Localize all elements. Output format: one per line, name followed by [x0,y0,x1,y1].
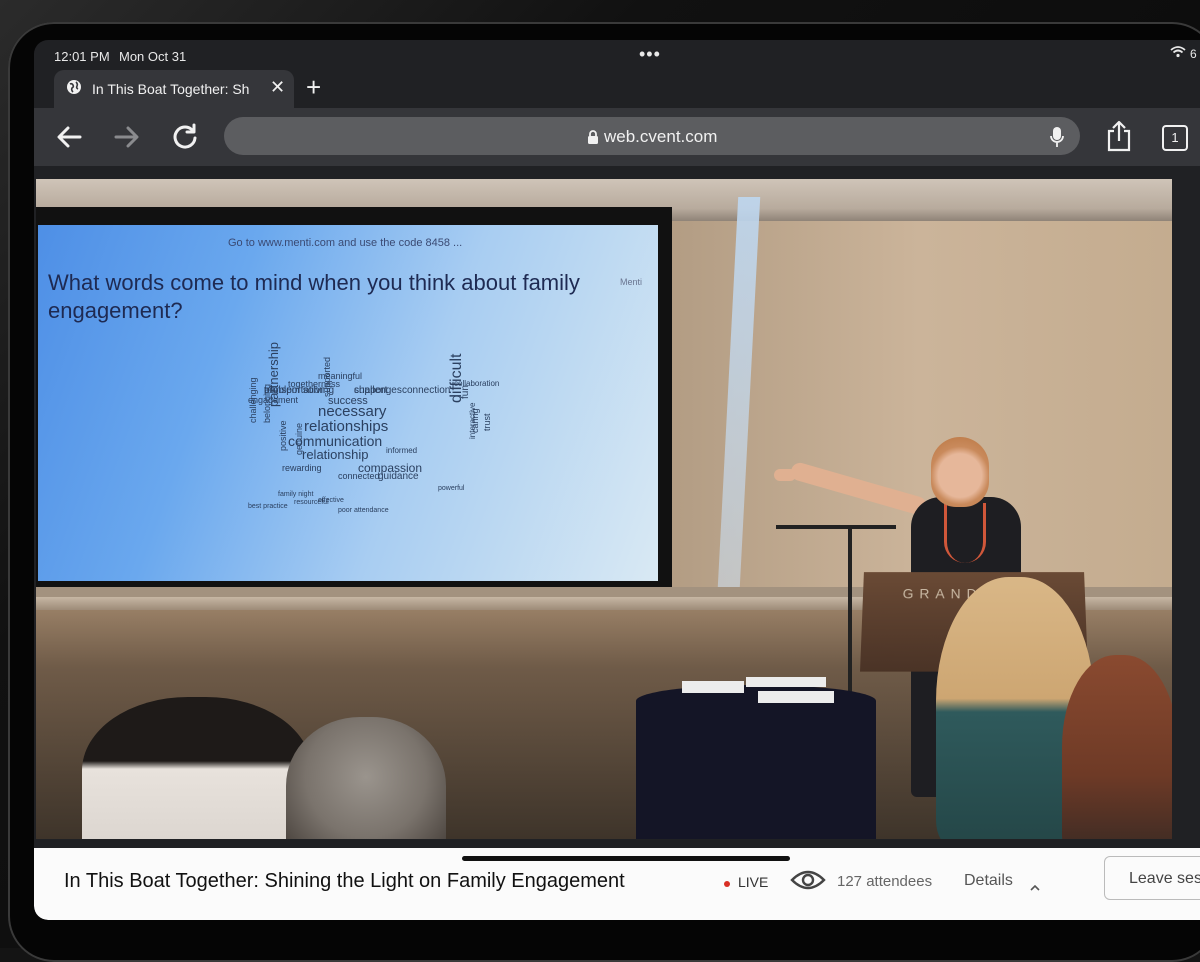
forward-arrow-icon[interactable] [112,122,142,152]
back-arrow-icon[interactable] [54,122,84,152]
wifi-icon [1170,45,1186,62]
live-indicator-dot [724,881,730,887]
status-date: Mon Oct 31 [119,49,187,64]
tab-switcher-button[interactable]: 1 [1162,125,1188,151]
tablet-screen: 12:01 PM Mon Oct 31 ••• 6 In This Boat T… [34,40,1200,920]
word-cloud-word: engagement [248,395,299,405]
audience-member [1062,655,1172,839]
status-time: 12:01 PM [54,49,110,64]
battery-percentage: 6 [1190,47,1197,61]
lock-icon [587,129,599,144]
browser-toolbar: web.cvent.com 1 [34,108,1200,166]
presenter-lanyard [944,503,986,563]
word-cloud-word: interactive [468,402,477,439]
word-cloud-word: rewarding [282,463,322,473]
word-cloud-word: connection [402,385,451,396]
word-cloud-word: resourceful [294,499,329,506]
paper-sheet [758,691,834,703]
attendee-count: 127 attendees [837,873,933,890]
details-button[interactable]: Details [964,872,1013,890]
word-cloud-word: informed [386,446,418,455]
menti-logo: Menti [620,277,643,287]
live-label: LIVE [738,874,769,890]
presentation-slide: Go to www.menti.com and use the code 845… [38,225,658,581]
word-cloud-word: guidance [378,471,419,482]
word-cloud: transportation support connection collabora… [208,342,528,533]
paper-sheet [682,681,744,693]
tablet-device: 12:01 PM Mon Oct 31 ••• 6 In This Boat T… [0,0,1200,962]
browser-tab[interactable]: In This Boat Together: Sh ✕ [54,70,294,108]
share-icon[interactable] [1106,120,1132,152]
word-cloud-word: connected [338,471,380,481]
word-cloud-word: family night [278,491,314,498]
address-bar[interactable]: web.cvent.com [224,117,1080,155]
status-bar: 12:01 PM Mon Oct 31 ••• 6 [34,40,1200,72]
word-cloud-word: powerful [438,485,465,492]
paper-sheet [746,677,826,687]
presenter-hand [774,469,796,481]
word-cloud-word: challenges [354,385,402,396]
url-text: web.cvent.com [604,127,718,146]
audience-member [286,717,446,839]
presenter-head [931,437,989,507]
microphone-icon[interactable] [1050,126,1064,148]
mic-stand-arm [776,525,896,529]
multitask-dots-icon[interactable]: ••• [639,44,661,65]
globe-icon [66,79,82,95]
tab-title: In This Boat Together: Sh [92,81,250,97]
word-cloud-word: poor attendance [338,507,389,514]
word-cloud-word: genuine [294,422,304,455]
reload-icon[interactable] [170,122,200,152]
word-cloud-word: trust [482,413,492,431]
word-cloud-word: best practice [248,503,288,510]
word-cloud-word: relationship [302,447,369,462]
word-cloud-word: problem solving [264,385,335,396]
draped-table [636,685,876,839]
eye-icon [790,866,826,894]
slide-code-line: Go to www.menti.com and use the code 845… [228,237,463,249]
word-cloud-word: positive [278,420,288,451]
slide-question: What words come to mind when you think a… [48,270,580,323]
audience-member [82,697,312,839]
close-tab-icon[interactable]: ✕ [270,77,285,98]
livestream-video[interactable]: Go to www.menti.com and use the code 845… [36,179,1172,839]
home-indicator[interactable] [462,856,790,861]
chevron-up-icon[interactable] [1030,878,1040,891]
leave-session-button[interactable]: Leave ses [1104,856,1200,900]
word-cloud-word: fun [460,385,471,399]
tab-strip: In This Boat Together: Sh ✕ + [34,70,1200,108]
event-title: In This Boat Together: Shining the Light… [64,870,625,892]
new-tab-button[interactable]: + [306,74,321,100]
